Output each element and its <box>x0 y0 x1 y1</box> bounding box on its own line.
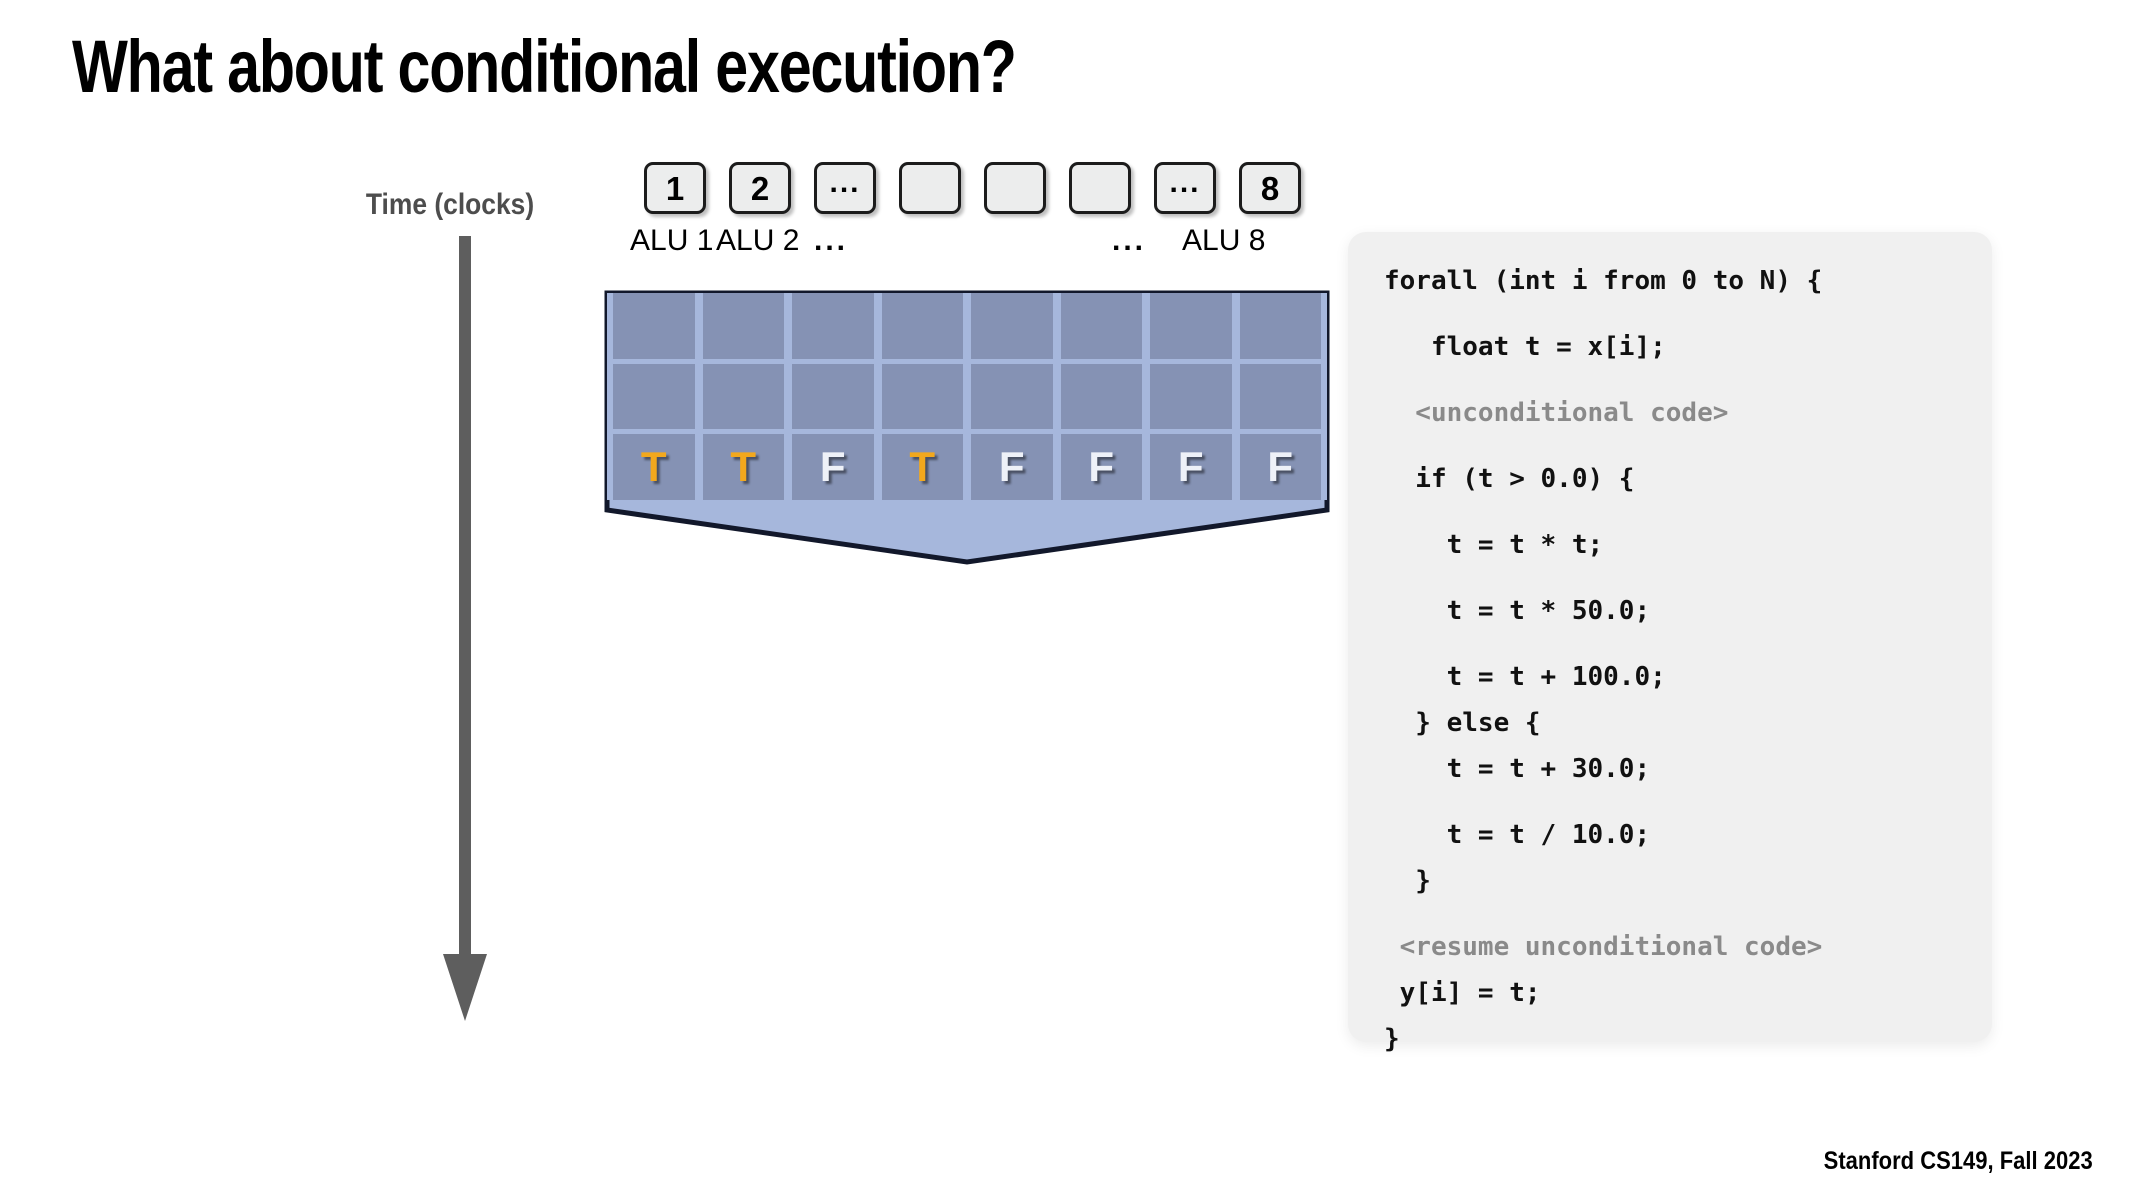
alu-box-1[interactable]: 1 <box>644 162 706 214</box>
exec-cell-r2c4 <box>881 363 963 430</box>
code-line: t = t / 10.0; <box>1384 820 1651 850</box>
code-line: <unconditional code> <box>1384 398 1729 428</box>
execution-unit-diagram: T T F T F F F F <box>604 290 1330 565</box>
page-title: What about conditional execution? <box>72 25 1017 108</box>
exec-cell-r3c6: F <box>1060 434 1142 501</box>
mask-value-c8: F <box>1267 443 1294 491</box>
exec-cell-r3c2: T <box>702 434 784 501</box>
exec-cell-r1c7 <box>1150 293 1232 359</box>
code-line-spacer <box>1348 568 1992 588</box>
exec-cell-r3c4: T <box>881 434 963 501</box>
exec-column-5: F <box>971 293 1053 501</box>
code-line-spacer <box>1348 634 1992 654</box>
exec-column-3: F <box>792 293 874 501</box>
code-line-spacer <box>1348 904 1992 924</box>
code-line: forall (int i from 0 to N) { <box>1384 266 1823 296</box>
execution-mask-grid: T T F T F F F F <box>607 293 1327 501</box>
alu-box-ellipsis-right[interactable]: ... <box>1154 162 1216 214</box>
exec-cell-r2c8 <box>1239 363 1321 430</box>
code-line: t = t + 30.0; <box>1384 754 1651 784</box>
footer-credit: Stanford CS149, Fall 2023 <box>1823 1147 2093 1175</box>
alu-box-4[interactable] <box>899 162 961 214</box>
mask-value-c6: F <box>1088 443 1115 491</box>
code-line: } <box>1384 1024 1400 1054</box>
exec-cell-r2c1 <box>613 363 695 430</box>
time-axis: Time (clocks) <box>330 188 590 1068</box>
code-line-spacer <box>1348 370 1992 390</box>
alu-caption-8: ALU 8 <box>1182 224 1266 257</box>
exec-column-6: F <box>1060 293 1142 501</box>
alu-box-5[interactable] <box>984 162 1046 214</box>
exec-cell-r2c2 <box>702 363 784 430</box>
alu-box-6[interactable] <box>1069 162 1131 214</box>
alu-caption-1: ALU 1 <box>630 224 714 257</box>
exec-cell-r2c7 <box>1150 363 1232 430</box>
alu-box-8[interactable]: 8 <box>1239 162 1301 214</box>
exec-cell-r1c4 <box>881 293 963 359</box>
code-line: } <box>1384 866 1431 896</box>
alu-caption-ellipsis-left: ... <box>814 224 849 257</box>
exec-cell-r3c1: T <box>613 434 695 501</box>
exec-cell-r1c6 <box>1060 293 1142 359</box>
mask-value-c4: T <box>909 443 936 491</box>
exec-cell-r3c5: F <box>971 434 1053 501</box>
exec-cell-r3c8: F <box>1239 434 1321 501</box>
exec-column-8: F <box>1239 293 1321 501</box>
exec-cell-r3c7: F <box>1150 434 1232 501</box>
exec-cell-r2c6 <box>1060 363 1142 430</box>
code-line: t = t * 50.0; <box>1384 596 1651 626</box>
code-line: t = t + 100.0; <box>1384 662 1666 692</box>
code-listing-panel: forall (int i from 0 to N) { float t = x… <box>1348 232 1992 1054</box>
exec-column-2: T <box>702 293 784 501</box>
exec-cell-r1c8 <box>1239 293 1321 359</box>
alu-box-2[interactable]: 2 <box>729 162 791 214</box>
code-line-spacer <box>1348 502 1992 522</box>
exec-cell-r2c5 <box>971 363 1053 430</box>
exec-cell-r2c3 <box>792 363 874 430</box>
mask-value-c5: F <box>998 443 1025 491</box>
code-line-spacer <box>1348 436 1992 456</box>
mask-value-c1: T <box>640 443 667 491</box>
code-line-spacer <box>1348 304 1992 324</box>
exec-column-4: T <box>881 293 963 501</box>
exec-cell-r3c3: F <box>792 434 874 501</box>
code-line: t = t * t; <box>1384 530 1604 560</box>
alu-caption-2: ALU 2 <box>716 224 800 257</box>
code-line: } else { <box>1384 708 1541 738</box>
mask-value-c3: F <box>819 443 846 491</box>
exec-column-1: T <box>613 293 695 501</box>
exec-cell-r1c2 <box>702 293 784 359</box>
exec-cell-r1c5 <box>971 293 1053 359</box>
code-line: if (t > 0.0) { <box>1384 464 1635 494</box>
time-arrow-down-icon <box>443 236 487 1021</box>
alu-caption-ellipsis-right: ... <box>1112 224 1147 257</box>
time-axis-label: Time (clocks) <box>365 188 535 221</box>
mask-value-c2: T <box>730 443 757 491</box>
exec-cell-r1c1 <box>613 293 695 359</box>
code-line: <resume unconditional code> <box>1384 932 1823 962</box>
code-line: y[i] = t; <box>1384 978 1541 1008</box>
exec-cell-r1c3 <box>792 293 874 359</box>
alu-box-ellipsis-left[interactable]: ... <box>814 162 876 214</box>
code-line: float t = x[i]; <box>1384 332 1666 362</box>
exec-column-7: F <box>1150 293 1232 501</box>
mask-value-c7: F <box>1177 443 1204 491</box>
code-line-spacer <box>1348 792 1992 812</box>
